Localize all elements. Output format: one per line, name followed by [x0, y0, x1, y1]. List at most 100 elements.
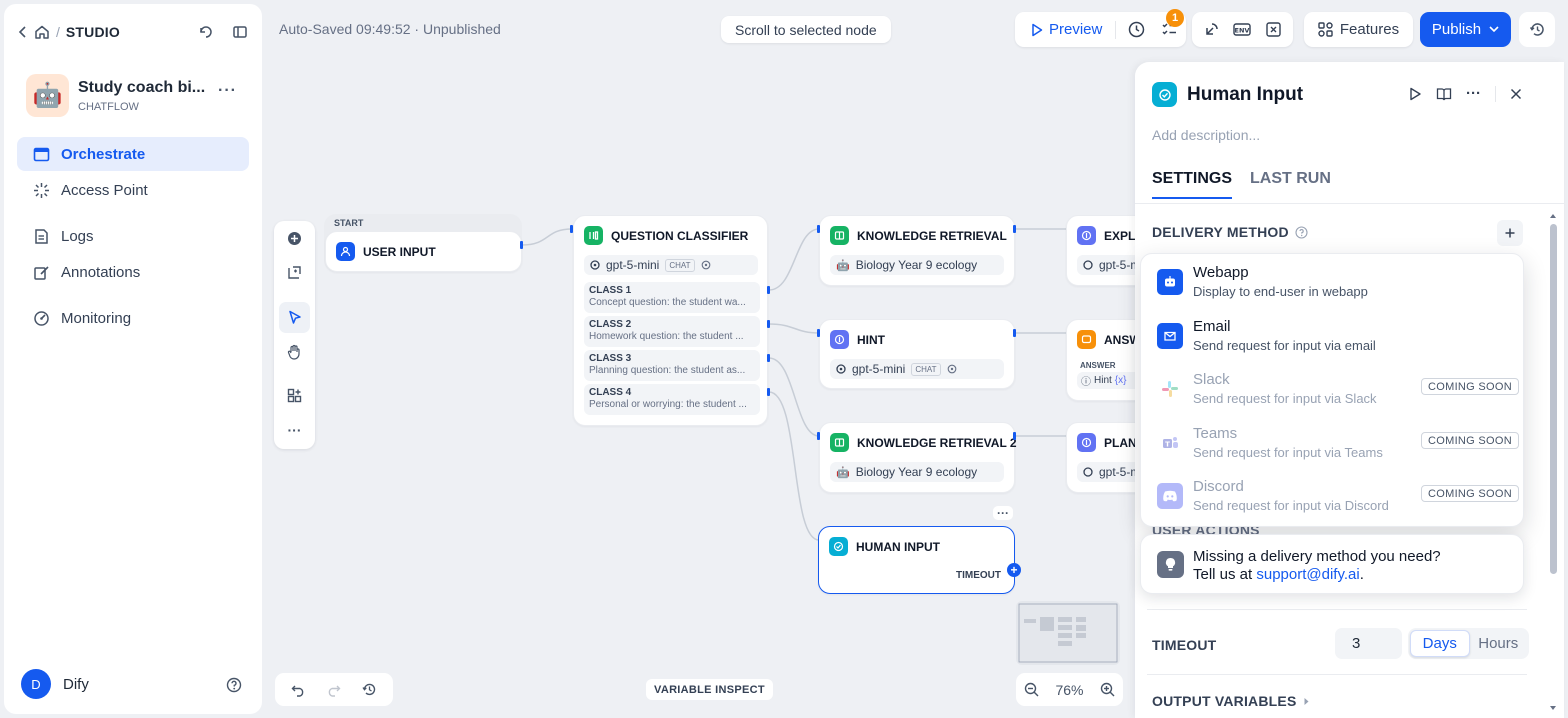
- panel-more-icon[interactable]: ···: [1466, 85, 1481, 102]
- node-handle[interactable]: [1013, 432, 1016, 440]
- node-handle[interactable]: [570, 225, 573, 233]
- version-history-button[interactable]: [1519, 12, 1555, 47]
- llm-icon: [1077, 226, 1096, 245]
- node-handle[interactable]: [767, 388, 770, 396]
- delivery-option-webapp[interactable]: Webapp Display to end-user in webapp: [1157, 264, 1368, 299]
- model-name: gpt-5-mini: [852, 362, 906, 376]
- zoom-out-icon[interactable]: [1024, 682, 1039, 697]
- change-history-icon[interactable]: [362, 682, 377, 697]
- features-label: Features: [1339, 21, 1400, 38]
- class-item: CLASS 3 Planning question: the student as…: [584, 350, 760, 381]
- panel-title[interactable]: Human Input: [1187, 84, 1303, 106]
- timeout-branch-label: TIMEOUT: [956, 570, 1001, 581]
- info-icon[interactable]: [1295, 225, 1308, 239]
- add-node-button[interactable]: [279, 223, 310, 254]
- hand-icon: [287, 344, 300, 360]
- plan-node[interactable]: PLANN gpt-5-m: [1066, 422, 1146, 493]
- class-desc: Personal or worrying: the student ...: [589, 399, 747, 410]
- classifier-icon: [584, 226, 603, 245]
- delivery-option-email[interactable]: Email Send request for input via email: [1157, 318, 1376, 353]
- publish-button[interactable]: Publish: [1420, 12, 1511, 47]
- add-next-node-icon[interactable]: +: [1007, 563, 1021, 577]
- cursor-icon: [288, 310, 301, 324]
- start-label: START: [334, 218, 364, 228]
- help-doc-icon[interactable]: [1436, 87, 1452, 101]
- node-handle[interactable]: [767, 354, 770, 362]
- features-button[interactable]: Features: [1304, 12, 1413, 47]
- node-handle[interactable]: [817, 329, 820, 337]
- unit-days-button[interactable]: Days: [1410, 630, 1470, 657]
- model-settings-icon: [701, 260, 710, 270]
- history-icon: [1529, 23, 1544, 36]
- zoom-level[interactable]: 76%: [1055, 682, 1083, 698]
- node-handle[interactable]: [767, 286, 770, 294]
- more-tools-icon[interactable]: ···: [279, 414, 310, 445]
- coming-soon-badge: COMING SOON: [1421, 432, 1519, 449]
- scroll-to-selected-node-button[interactable]: Scroll to selected node: [721, 16, 891, 43]
- answer-node[interactable]: ANSW ANSWER ⓘ Hint {x}: [1066, 319, 1146, 401]
- panel-scrollbar-thumb[interactable]: [1550, 224, 1557, 574]
- tab-settings[interactable]: SETTINGS: [1152, 170, 1233, 199]
- option-title: Discord: [1193, 478, 1244, 495]
- knowledge-retrieval-node[interactable]: KNOWLEDGE RETRIEVAL 🤖 Biology Year 9 ecol…: [819, 215, 1015, 286]
- node-more-icon[interactable]: ···: [993, 506, 1013, 520]
- node-title: KNOWLEDGE RETRIEVAL: [857, 228, 1007, 243]
- output-variables-label: OUTPUT VARIABLES: [1152, 693, 1297, 709]
- class-name: CLASS 2: [589, 319, 632, 330]
- node-title: QUESTION CLASSIFIER: [611, 228, 749, 243]
- description-input[interactable]: Add description...: [1152, 127, 1260, 143]
- organize-blocks-button[interactable]: [279, 380, 310, 411]
- lightbulb-icon: [1157, 551, 1184, 578]
- undo-redo-bar: [275, 673, 393, 706]
- hint-node[interactable]: HINT gpt-5-mini CHAT: [819, 319, 1015, 389]
- node-handle[interactable]: [817, 225, 820, 233]
- node-title: KNOWLEDGE RETRIEVAL 2: [857, 435, 1017, 450]
- add-note-button[interactable]: [279, 257, 310, 288]
- redo-icon[interactable]: [326, 683, 341, 697]
- preview-label: Preview: [1049, 21, 1103, 38]
- hand-mode-button[interactable]: [279, 336, 310, 367]
- knowledge-retrieval-2-node[interactable]: KNOWLEDGE RETRIEVAL 2 🤖 Biology Year 9 ec…: [819, 422, 1017, 493]
- preview-button[interactable]: Preview: [1015, 21, 1102, 38]
- zoom-in-icon[interactable]: [1100, 682, 1115, 697]
- node-handle[interactable]: [1013, 329, 1016, 337]
- import-dsl-icon[interactable]: [1203, 21, 1220, 38]
- chevron-down-icon: [1489, 26, 1499, 33]
- undo-icon[interactable]: [291, 683, 306, 697]
- option-desc: Send request for input via Discord: [1193, 498, 1389, 513]
- tab-last-run[interactable]: LAST RUN: [1250, 170, 1331, 199]
- conversation-variables-icon[interactable]: [1265, 21, 1282, 38]
- preview-toolbar: Preview: [1015, 12, 1186, 47]
- variable-inspect-button[interactable]: VARIABLE INSPECT: [646, 679, 773, 700]
- llm-small-icon: ⓘ: [1081, 377, 1091, 388]
- node-handle[interactable]: [520, 241, 523, 249]
- coming-soon-badge: COMING SOON: [1421, 485, 1519, 502]
- dataset-pill: 🤖 Biology Year 9 ecology: [830, 255, 1004, 275]
- env-variables-icon[interactable]: ENV: [1233, 21, 1252, 38]
- node-handle[interactable]: [767, 320, 770, 328]
- output-variables-title[interactable]: OUTPUT VARIABLES: [1152, 693, 1310, 709]
- caret-right-icon: [1304, 697, 1308, 705]
- llm-icon: [1077, 433, 1096, 452]
- add-delivery-method-button[interactable]: [1497, 220, 1523, 246]
- run-node-icon[interactable]: [1409, 87, 1422, 101]
- pointer-mode-button[interactable]: [279, 302, 310, 333]
- user-input-node[interactable]: USER INPUT: [325, 231, 522, 272]
- timeout-unit-toggle: Days Hours: [1408, 628, 1529, 659]
- note-icon: [288, 266, 301, 279]
- support-email-link[interactable]: support@dify.ai: [1256, 566, 1359, 583]
- unit-hours-button[interactable]: Hours: [1470, 630, 1528, 657]
- node-handle[interactable]: [817, 432, 820, 440]
- plus-icon: [1505, 228, 1515, 238]
- zoom-control: 76%: [1016, 673, 1123, 706]
- timeout-value-input[interactable]: 3: [1335, 628, 1402, 659]
- coming-soon-badge: COMING SOON: [1421, 378, 1519, 395]
- close-icon[interactable]: [1510, 88, 1522, 100]
- human-input-node[interactable]: HUMAN INPUT TIMEOUT: [818, 526, 1015, 594]
- node-title: USER INPUT: [363, 244, 436, 259]
- node-handle[interactable]: [1013, 225, 1016, 233]
- run-history-icon[interactable]: [1128, 21, 1145, 38]
- minimap[interactable]: [1016, 601, 1120, 665]
- explain-node[interactable]: EXPLA gpt-5-m: [1066, 215, 1146, 286]
- question-classifier-node[interactable]: QUESTION CLASSIFIER gpt-5-mini CHAT CLAS…: [573, 215, 768, 426]
